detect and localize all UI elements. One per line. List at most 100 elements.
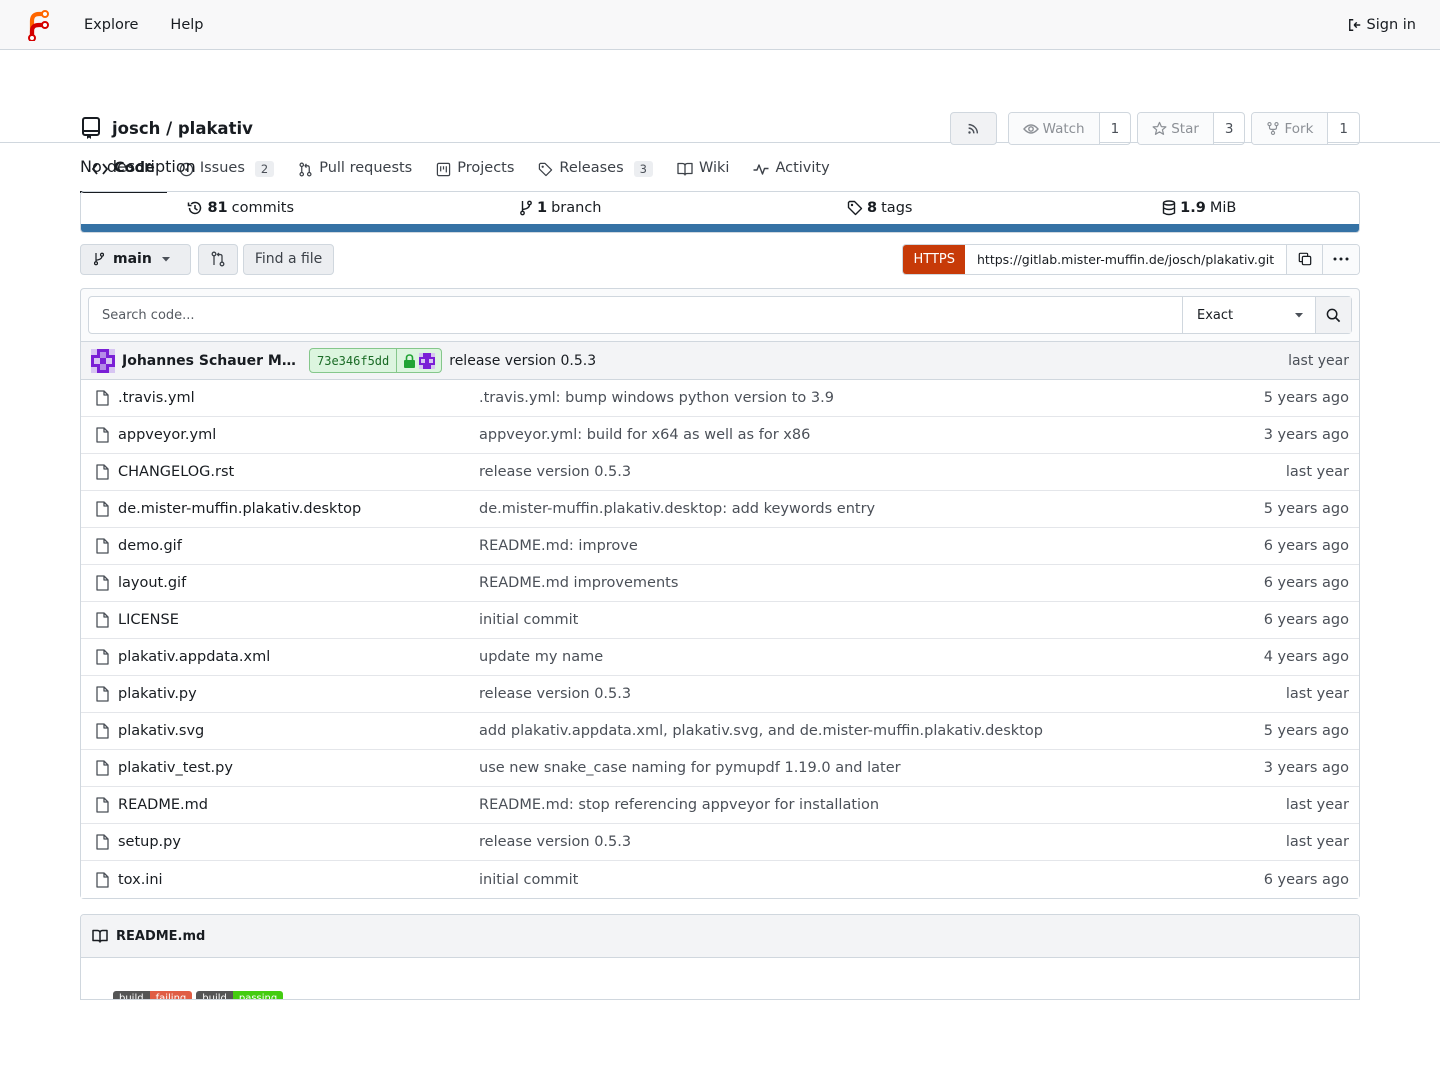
file-commit-message[interactable]: initial commit (479, 612, 1264, 628)
https-button[interactable]: HTTPS (903, 244, 965, 274)
tags-link[interactable]: 8 tags (720, 192, 1040, 224)
file-entry: de.mister-muffin.plakativ.desktop (95, 501, 479, 517)
commit-sha-badge[interactable]: 73e346f5dd (309, 348, 443, 373)
readme-title[interactable]: README.md (116, 929, 205, 944)
book-icon (92, 929, 116, 943)
file-commit-message[interactable]: release version 0.5.3 (479, 834, 1286, 850)
file-commit-message[interactable]: .travis.yml: bump windows python version… (479, 390, 1264, 406)
commits-link[interactable]: 81 commits (81, 192, 401, 224)
signin-link[interactable]: Sign in (1348, 17, 1416, 33)
star-button[interactable]: Star (1138, 113, 1214, 144)
file-name-link[interactable]: de.mister-muffin.plakativ.desktop (118, 501, 361, 517)
file-commit-time: last year (1285, 797, 1349, 813)
clone-url-input[interactable]: https://gitlab.mister-muffin.de/josch/pl… (965, 244, 1287, 274)
file-row: README.md README.md: stop referencing app… (81, 787, 1359, 824)
file-commit-message[interactable]: release version 0.5.3 (479, 464, 1286, 480)
fork-count[interactable]: 1 (1328, 113, 1359, 144)
nav-explore[interactable]: Explore (84, 17, 138, 33)
file-entry: plakativ.svg (95, 723, 479, 739)
branches-link[interactable]: 1 branch (401, 192, 721, 224)
badge-status: failing (149, 991, 193, 999)
badge-label: build (113, 991, 150, 999)
file-entry: plakativ.py (95, 686, 479, 702)
file-name-link[interactable]: tox.ini (118, 872, 163, 888)
file-row: plakativ.svg add plakativ.appdata.xml, pl… (81, 713, 1359, 750)
repo-description: No description (80, 157, 196, 176)
file-name-link[interactable]: .travis.yml (118, 390, 195, 406)
lock-icon (403, 353, 419, 368)
file-commit-message[interactable]: README.md: stop referencing appveyor for… (479, 797, 1286, 813)
fork-icon (1266, 121, 1284, 136)
file-commit-time: 6 years ago (1263, 538, 1349, 554)
search-mode-dropdown[interactable]: Exact (1182, 297, 1315, 333)
file-row: LICENSE initial commit 6 years ago (81, 602, 1359, 639)
code-search-input[interactable] (89, 297, 1182, 333)
find-file-button[interactable]: Find a file (242, 243, 335, 275)
file-commit-time: 3 years ago (1263, 427, 1349, 443)
file-commit-message[interactable]: README.md improvements (479, 575, 1264, 591)
star-count[interactable]: 3 (1214, 113, 1245, 144)
language-bar[interactable] (81, 224, 1359, 232)
star-group: Star 3 (1137, 112, 1246, 145)
file-commit-message[interactable]: appveyor.yml: build for x64 as well as f… (479, 427, 1264, 443)
file-row: setup.py release version 0.5.3 last year (81, 824, 1359, 861)
file-entry: setup.py (95, 834, 479, 850)
file-commit-time: last year (1285, 834, 1349, 850)
signin-label: Sign in (1366, 16, 1416, 33)
watch-count[interactable]: 1 (1100, 113, 1131, 144)
watch-button[interactable]: Watch (1008, 113, 1100, 144)
forgejo-logo-icon[interactable] (26, 9, 50, 41)
commit-message[interactable]: release version 0.5.3 (449, 353, 1288, 369)
file-row: plakativ.py release version 0.5.3 last yea… (81, 676, 1359, 713)
search-button[interactable] (1315, 297, 1351, 333)
file-name-link[interactable]: demo.gif (118, 538, 182, 554)
file-name-link[interactable]: appveyor.yml (118, 427, 216, 443)
watch-group: Watch 1 (1007, 112, 1132, 145)
repo-name-link[interactable]: josch / plakativ (112, 119, 253, 138)
file-icon (95, 649, 118, 665)
file-entry: LICENSE (95, 612, 479, 628)
build-status-badge-passing[interactable]: build passing (196, 991, 284, 999)
file-name-link[interactable]: setup.py (118, 834, 181, 850)
repo-toolbar: main Find a file HTTPS https://gitlab.mi… (80, 243, 1360, 275)
file-name-link[interactable]: plakativ.appdata.xml (118, 649, 270, 665)
file-name-link[interactable]: README.md (118, 797, 208, 813)
file-commit-message[interactable]: de.mister-muffin.plakativ.desktop: add k… (479, 501, 1264, 517)
file-row: tox.ini initial commit 6 years ago (81, 861, 1359, 898)
file-name-link[interactable]: plakativ_test.py (118, 760, 233, 776)
file-name-link[interactable]: LICENSE (118, 612, 179, 628)
more-options-button[interactable] (1323, 244, 1359, 274)
branch-selector[interactable]: main (80, 243, 191, 275)
badge-status: passing (232, 991, 284, 999)
file-row: demo.gif README.md: improve 6 years ago (81, 528, 1359, 565)
nav-help[interactable]: Help (170, 17, 203, 33)
file-commit-time: last year (1285, 686, 1349, 702)
commit-author[interactable]: Johannes Schauer Mari... (122, 353, 297, 369)
file-icon (95, 797, 118, 813)
avatar[interactable] (91, 348, 115, 373)
file-name-link[interactable]: plakativ.svg (118, 723, 204, 739)
watch-label: Watch (1042, 120, 1085, 137)
file-commit-time: 6 years ago (1263, 871, 1349, 888)
badge-label: build (196, 991, 233, 999)
copy-url-button[interactable] (1287, 244, 1323, 274)
file-entry: demo.gif (95, 538, 479, 554)
fork-button[interactable]: Fork (1252, 113, 1329, 144)
compare-button[interactable] (197, 243, 238, 275)
file-commit-message[interactable]: add plakativ.appdata.xml, plakativ.svg, … (479, 723, 1264, 739)
file-commit-message[interactable]: initial commit (479, 872, 1264, 888)
build-status-badge-failing[interactable]: build failing (113, 991, 193, 999)
file-commit-message[interactable]: use new snake_case naming for pymupdf 1.… (479, 760, 1264, 776)
chevron-down-icon (1295, 312, 1303, 318)
file-name-link[interactable]: layout.gif (118, 575, 186, 591)
file-name-link[interactable]: plakativ.py (118, 686, 197, 702)
rss-button[interactable] (949, 112, 997, 145)
search-mode-label: Exact (1197, 307, 1234, 323)
file-row: plakativ_test.py use new snake_case namin… (81, 750, 1359, 787)
star-label: Star (1171, 120, 1199, 137)
file-table: Exact (80, 288, 1360, 899)
file-commit-message[interactable]: README.md: improve (479, 538, 1264, 554)
file-name-link[interactable]: CHANGELOG.rst (118, 464, 234, 480)
file-commit-message[interactable]: release version 0.5.3 (479, 686, 1286, 702)
file-commit-message[interactable]: update my name (479, 649, 1264, 665)
